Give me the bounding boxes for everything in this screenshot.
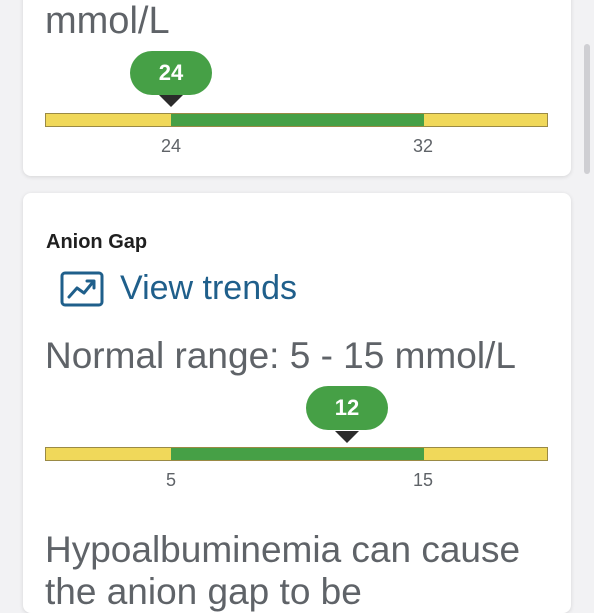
bicarbonate-card: mmol/L 24 24 32 [23,0,571,176]
tick-high: 15 [412,470,434,490]
hint-text: Hypoalbuminemia can cause the anion gap … [45,529,521,612]
scrollbar[interactable] [584,44,590,174]
range-bar [45,447,548,461]
trend-chart-icon [60,271,104,306]
section-title: Anion Gap [46,231,148,253]
view-trends-link[interactable]: View trends [60,269,297,308]
range-bar [45,113,548,127]
normal-range-segment [171,114,424,126]
tick-high: 32 [412,136,434,156]
tick-low: 5 [165,470,177,490]
marker-pointer-icon [159,95,183,107]
view-trends-label: View trends [120,269,298,307]
value-marker: 24 [130,51,212,95]
marker-pointer-icon [335,431,359,443]
normal-range-text: Normal range: 5 - 15 mmol/L [45,335,516,376]
normal-range-segment [171,448,424,460]
tick-low: 24 [160,136,182,156]
anion-gap-card: Anion Gap View trends Normal range: 5 - … [23,193,571,613]
unit-text: mmol/L [45,0,170,42]
value-marker: 12 [306,386,388,430]
